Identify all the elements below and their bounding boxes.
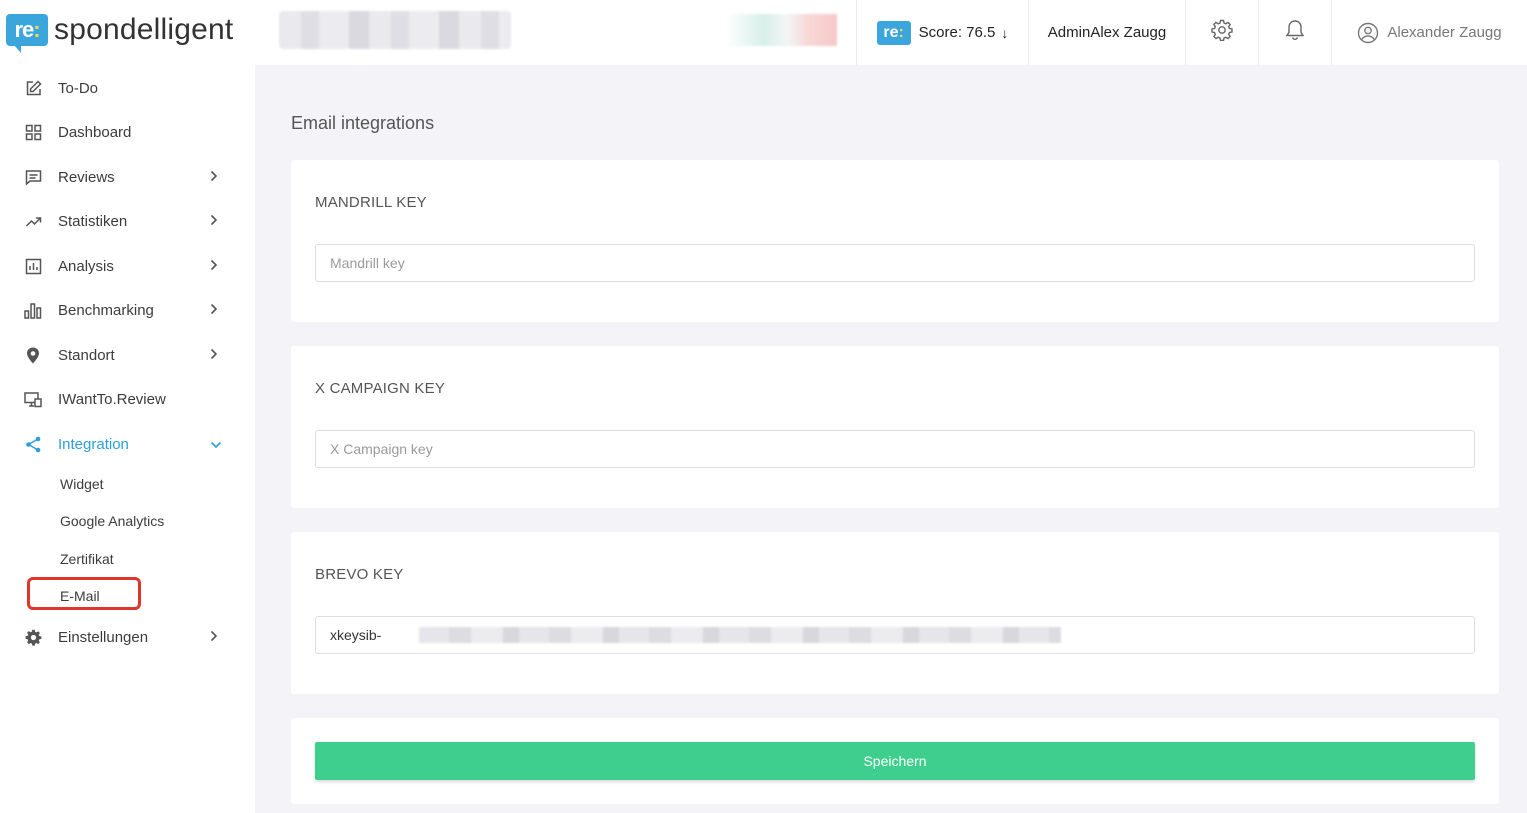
user-menu[interactable]: Alexander Zaugg — [1331, 0, 1527, 65]
sidebar-item-label: Statistiken — [58, 212, 128, 230]
admin-label: AdminAlex Zaugg — [1047, 24, 1167, 41]
score-label: Score: 76.5 — [918, 24, 996, 41]
redacted-badge — [725, 14, 837, 46]
sidebar-item-reviews[interactable]: Reviews — [0, 159, 255, 195]
sidebar-item-integration[interactable]: Integration — [0, 426, 255, 462]
topbar: re: Score: 76.5 ↓ AdminAlex Zaugg Alexan… — [255, 0, 1527, 65]
sidebar-item-label: IWantTo.Review — [58, 390, 166, 408]
brand-mini-badge: re: — [876, 20, 911, 45]
chevron-right-icon — [210, 630, 218, 645]
settings-button[interactable] — [1185, 0, 1258, 65]
sidebar-subitem-widget[interactable]: Widget — [60, 476, 104, 492]
save-button[interactable]: Speichern — [315, 742, 1475, 780]
chart-box-icon — [24, 257, 42, 275]
sidebar-item-benchmarking[interactable]: Benchmarking — [0, 292, 255, 328]
xcampaign-card: X CAMPAIGN KEY — [291, 346, 1499, 508]
score-display[interactable]: re: Score: 76.5 ↓ — [856, 0, 1028, 65]
sidebar-item-label: Benchmarking — [58, 301, 154, 319]
mandrill-key-input[interactable] — [315, 244, 1475, 282]
sidebar-item-todo[interactable]: To-Do — [0, 70, 255, 106]
brand-badge: re: — [6, 14, 48, 53]
sidebar-subitem-google-analytics[interactable]: Google Analytics — [60, 513, 164, 529]
pin-icon — [24, 346, 42, 364]
main-content: Email integrations MANDRILL KEY X CAMPAI… — [255, 65, 1527, 813]
sidebar-item-standort[interactable]: Standort — [0, 337, 255, 373]
sidebar-item-dashboard[interactable]: Dashboard — [0, 114, 255, 150]
edit-icon — [24, 79, 42, 97]
sidebar-item-einstellungen[interactable]: Einstellungen — [0, 619, 255, 655]
chevron-right-icon — [210, 214, 218, 229]
share-icon — [24, 435, 42, 453]
xcampaign-key-input[interactable] — [315, 430, 1475, 468]
trend-icon — [24, 212, 42, 230]
sidebar-item-analysis[interactable]: Analysis — [0, 248, 255, 284]
chevron-right-icon — [210, 348, 218, 363]
sidebar-item-label: Einstellungen — [58, 628, 149, 646]
sidebar-item-statistiken[interactable]: Statistiken — [0, 203, 255, 239]
notifications-button[interactable] — [1258, 0, 1331, 65]
sidebar-item-label: Reviews — [58, 168, 115, 186]
monitor-icon — [24, 390, 42, 408]
chevron-right-icon — [210, 303, 218, 318]
page-title: Email integrations — [291, 113, 435, 133]
bar-chart-icon — [24, 301, 42, 319]
save-card: Speichern — [291, 718, 1499, 804]
sidebar-item-label: Integration — [58, 435, 129, 453]
admin-switch[interactable]: AdminAlex Zaugg — [1028, 0, 1185, 65]
chevron-right-icon — [210, 259, 218, 274]
chevron-down-icon — [210, 437, 222, 452]
arrow-down-icon: ↓ — [1001, 24, 1009, 41]
brevo-label: BREVO KEY — [315, 566, 404, 583]
comment-icon — [24, 168, 42, 186]
brevo-card: BREVO KEY — [291, 532, 1499, 694]
grid-icon — [24, 123, 42, 141]
highlight-box — [27, 577, 141, 610]
gear-icon — [24, 628, 42, 646]
brand-logo[interactable]: re: spondelligent — [6, 10, 234, 53]
mandrill-card: MANDRILL KEY — [291, 160, 1499, 322]
sidebar: re: spondelligent To-Do Dashboard Review… — [0, 0, 255, 813]
brand-name: spondelligent — [54, 13, 234, 46]
brevo-key-input[interactable] — [315, 616, 1475, 654]
gear-icon — [1211, 19, 1233, 46]
user-avatar-icon — [1358, 22, 1379, 43]
sidebar-item-label: To-Do — [58, 79, 99, 97]
sidebar-item-label: Standort — [58, 346, 115, 364]
sidebar-item-iwanttoreview[interactable]: IWantTo.Review — [0, 381, 255, 417]
redacted-location-selector[interactable] — [279, 11, 511, 49]
chevron-right-icon — [210, 170, 218, 185]
sidebar-item-label: Dashboard — [58, 123, 132, 141]
mandrill-label: MANDRILL KEY — [315, 194, 427, 211]
sidebar-subitem-zertifikat[interactable]: Zertifikat — [60, 551, 114, 567]
bell-icon — [1285, 19, 1305, 46]
sidebar-item-label: Analysis — [58, 257, 114, 275]
xcampaign-label: X CAMPAIGN KEY — [315, 380, 446, 397]
user-name: Alexander Zaugg — [1387, 24, 1502, 41]
